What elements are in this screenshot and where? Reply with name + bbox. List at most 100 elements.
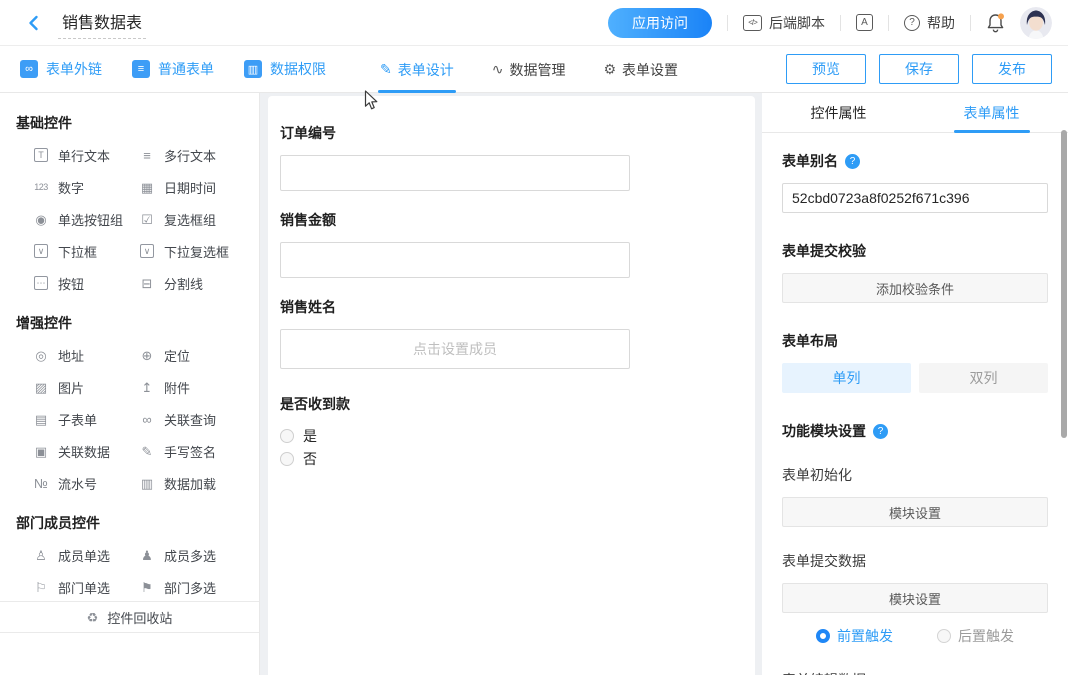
toolbar-tab-group: ✎ 表单设计 ∿ 数据管理 ⚙ 表单设置 xyxy=(380,46,678,93)
form-field-sales-amount[interactable]: 销售金额 xyxy=(280,210,743,278)
field-label: 销售金额 xyxy=(280,210,743,230)
form-design-canvas[interactable]: 订单编号 销售金额 销售姓名 点击设置成员 是否收到款 是 否 xyxy=(268,96,755,675)
radio-option-yes[interactable]: 是 xyxy=(280,424,743,447)
control-recycle-bin-button[interactable]: ♻ 控件回收站 xyxy=(0,601,259,633)
tab-form-properties[interactable]: 表单属性 xyxy=(915,93,1068,132)
help-question-icon[interactable]: ? xyxy=(845,154,860,169)
control-label: 定位 xyxy=(164,346,190,365)
upload-icon: ↥ xyxy=(138,381,156,394)
notification-bell-button[interactable] xyxy=(986,12,1005,33)
form-submit-module-settings-button[interactable]: 模块设置 xyxy=(782,583,1048,613)
field-label: 订单编号 xyxy=(280,123,743,143)
image-icon: ▨ xyxy=(32,381,50,394)
control-label: 复选框组 xyxy=(164,210,216,229)
control-checkbox-group[interactable]: ☑ 复选框组 xyxy=(138,203,245,235)
control-radio-group[interactable]: ◉ 单选按钮组 xyxy=(32,203,138,235)
backend-script-button[interactable]: </> 后端脚本 xyxy=(743,13,825,33)
order-number-input[interactable] xyxy=(280,155,630,191)
layout-double-column-button[interactable]: 双列 xyxy=(919,363,1048,393)
data-permission-button[interactable]: ▥ 数据权限 xyxy=(244,59,326,79)
divider xyxy=(840,15,841,31)
control-number[interactable]: 123 数字 xyxy=(32,171,138,203)
control-image[interactable]: ▨ 图片 xyxy=(32,371,138,403)
radio-unselected-icon xyxy=(937,629,951,643)
publish-button[interactable]: 发布 xyxy=(972,54,1052,84)
control-department-single[interactable]: ⚐ 部门单选 xyxy=(32,571,138,603)
control-divider-line[interactable]: ⊟ 分割线 xyxy=(138,267,245,299)
calendar-icon: ▦ xyxy=(138,181,156,194)
serial-number-icon: № xyxy=(32,477,50,490)
control-attachment[interactable]: ↥ 附件 xyxy=(138,371,245,403)
sales-amount-input[interactable] xyxy=(280,242,630,278)
form-alias-input[interactable] xyxy=(782,183,1048,213)
control-handwritten-signature[interactable]: ✎ 手写签名 xyxy=(138,435,245,467)
control-address[interactable]: ◎ 地址 xyxy=(32,339,138,371)
notification-dot xyxy=(998,13,1004,19)
help-button[interactable]: ? 帮助 xyxy=(904,13,955,33)
save-button[interactable]: 保存 xyxy=(879,54,959,84)
control-subform[interactable]: ▤ 子表单 xyxy=(32,403,138,435)
control-dropdown[interactable]: ∨ 下拉框 xyxy=(32,235,138,267)
preview-button[interactable]: 预览 xyxy=(786,54,866,84)
app-access-button[interactable]: 应用访问 xyxy=(608,8,712,38)
multi-dropdown-icon: ∨ xyxy=(140,244,154,258)
control-linked-data[interactable]: ▣ 关联数据 xyxy=(32,435,138,467)
control-linked-query[interactable]: ∞ 关联查询 xyxy=(138,403,245,435)
normal-form-button[interactable]: ≡ 普通表单 xyxy=(132,59,214,79)
form-field-order-number[interactable]: 订单编号 xyxy=(280,123,743,191)
help-label: 帮助 xyxy=(927,13,955,33)
member-picker[interactable]: 点击设置成员 xyxy=(280,329,630,369)
control-serial-number[interactable]: № 流水号 xyxy=(32,467,138,499)
control-multi-dropdown[interactable]: ∨ 下拉复选框 xyxy=(138,235,245,267)
tab-form-settings[interactable]: ⚙ 表单设置 xyxy=(603,46,678,93)
label-text: 表单布局 xyxy=(782,331,838,351)
control-date-time[interactable]: ▦ 日期时间 xyxy=(138,171,245,203)
control-label: 日期时间 xyxy=(164,178,216,197)
form-external-link-button[interactable]: ∞ 表单外链 xyxy=(20,59,102,79)
crosshair-icon: ⊕ xyxy=(138,349,156,362)
control-multi-line-text[interactable]: ≡ 多行文本 xyxy=(138,139,245,171)
tab-control-properties[interactable]: 控件属性 xyxy=(762,93,915,132)
add-validation-button[interactable]: 添加校验条件 xyxy=(782,273,1048,303)
toolbar-action-group: 预览 保存 发布 xyxy=(786,54,1052,84)
pen-icon: ✎ xyxy=(138,445,156,458)
control-label: 附件 xyxy=(164,378,190,397)
control-data-load[interactable]: ▥ 数据加载 xyxy=(138,467,245,499)
number-123-icon: 123 xyxy=(32,183,50,192)
translate-button[interactable]: A xyxy=(856,14,873,31)
radio-icon: ◉ xyxy=(32,213,50,226)
control-sidebar: 基础控件 T 单行文本 ≡ 多行文本 123 数字 ▦ 日期时间 ◉ 单选按钮组… xyxy=(0,93,260,675)
form-field-sales-name[interactable]: 销售姓名 点击设置成员 xyxy=(280,297,743,369)
radio-option-no[interactable]: 否 xyxy=(280,447,743,470)
table-icon: ▤ xyxy=(32,413,50,426)
user-avatar[interactable] xyxy=(1020,7,1052,39)
control-location[interactable]: ⊕ 定位 xyxy=(138,339,245,371)
form-field-payment-received[interactable]: 是否收到款 是 否 xyxy=(280,394,743,470)
recycle-icon: ♻ xyxy=(87,611,99,624)
form-init-module-settings-button[interactable]: 模块设置 xyxy=(782,497,1048,527)
control-single-line-text[interactable]: T 单行文本 xyxy=(32,139,138,171)
tab-data-management[interactable]: ∿ 数据管理 xyxy=(492,46,566,93)
layout-single-column-button[interactable]: 单列 xyxy=(782,363,911,393)
control-member-multi[interactable]: ♟ 成员多选 xyxy=(138,539,245,571)
department-member-controls-grid: ♙ 成员单选 ♟ 成员多选 ⚐ 部门单选 ⚑ 部门多选 xyxy=(14,539,245,603)
form-external-link-label: 表单外链 xyxy=(46,59,102,79)
control-member-single[interactable]: ♙ 成员单选 xyxy=(32,539,138,571)
control-label: 单行文本 xyxy=(58,146,110,165)
translate-icon: A xyxy=(856,14,873,31)
back-button[interactable] xyxy=(22,11,46,35)
help-question-icon[interactable]: ? xyxy=(873,424,888,439)
section-title-basic-controls: 基础控件 xyxy=(16,113,245,133)
tab-form-design[interactable]: ✎ 表单设计 xyxy=(380,46,454,93)
post-trigger-radio[interactable]: 后置触发 xyxy=(937,626,1014,646)
pre-trigger-radio[interactable]: 前置触发 xyxy=(816,626,893,646)
field-label: 是否收到款 xyxy=(280,394,743,414)
control-button[interactable]: ⋯ 按钮 xyxy=(32,267,138,299)
label-text: 表单提交校验 xyxy=(782,241,866,261)
control-department-multi[interactable]: ⚑ 部门多选 xyxy=(138,571,245,603)
form-title[interactable]: 销售数据表 xyxy=(58,7,146,39)
radio-label: 前置触发 xyxy=(837,626,893,646)
panel-scrollbar-thumb[interactable] xyxy=(1061,130,1067,438)
control-label: 单选按钮组 xyxy=(58,210,123,229)
section-title-enhanced-controls: 增强控件 xyxy=(16,313,245,333)
